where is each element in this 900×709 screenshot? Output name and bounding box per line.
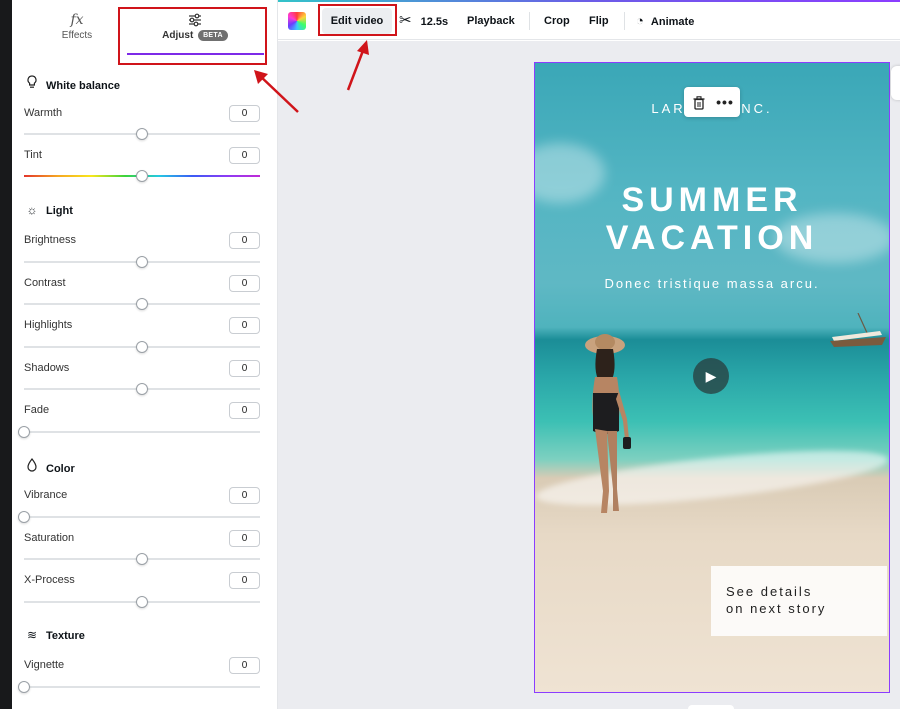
contrast-label: Contrast [24,277,66,289]
fade-label: Fade [24,404,50,416]
section-light: ☼ Light [24,203,73,217]
color-picker-icon[interactable] [288,12,306,30]
fx-icon: fx [70,12,84,28]
brightness-slider-thumb[interactable] [136,256,148,268]
section-white-balance-title: White balance [46,80,120,92]
section-texture-title: Texture [46,630,85,642]
flip-button[interactable]: Flip [589,2,609,40]
design-canvas[interactable]: LARANA, INC. SUMMER VACATION Donec trist… [278,41,900,709]
shadows-label: Shadows [24,362,70,374]
warmth-slider-thumb[interactable] [136,128,148,140]
annotation-box-adjust [118,7,267,65]
tab-effects[interactable]: fx Effects [42,10,112,56]
details-line-2: on next story [726,601,827,616]
vignette-value-input[interactable]: 0 [229,657,260,674]
vibrance-slider[interactable] [24,516,260,518]
tint-slider-thumb[interactable] [136,170,148,182]
sun-icon: ☼ [26,203,38,217]
trash-icon[interactable] [690,87,708,117]
headline-line-2[interactable]: VACATION [535,219,889,258]
xprocess-label: X-Process [24,574,75,586]
section-light-title: Light [46,205,73,217]
section-texture: ≋ Texture [24,628,85,642]
section-color: Color [24,458,75,475]
droplet-icon [24,458,40,475]
more-options-icon[interactable]: ••• [714,87,736,117]
playback-button[interactable]: Playback [467,2,515,40]
toolbar-divider [624,12,625,30]
crop-button[interactable]: Crop [544,2,570,40]
lightbulb-icon [24,75,40,92]
tab-effects-label: Effects [61,30,93,41]
headline-line-1[interactable]: SUMMER [535,181,889,220]
scissors-icon: ✂ [399,12,412,29]
editor-side-rail [0,0,12,709]
video-frame[interactable]: LARANA, INC. SUMMER VACATION Donec trist… [534,62,890,693]
element-toolbar: ••• [684,87,740,117]
vignette-slider[interactable] [24,686,260,688]
annotation-arrow-adjust [254,70,299,113]
vibrance-value-input[interactable]: 0 [229,487,260,504]
brightness-value-input[interactable]: 0 [229,232,260,249]
details-line-1: See details [726,584,813,599]
vignette-slider-thumb[interactable] [18,681,30,693]
xprocess-slider-thumb[interactable] [136,596,148,608]
canvas-bottom-handle[interactable] [688,705,734,709]
animate-icon: ◔ [636,13,644,28]
animate-label: Animate [650,16,695,28]
saturation-label: Saturation [24,532,75,544]
xprocess-value-input[interactable]: 0 [229,572,260,589]
vignette-label: Vignette [24,659,65,671]
fade-value-input[interactable]: 0 [229,402,260,419]
annotation-box-edit-video [318,4,397,36]
details-callout[interactable]: See details on next story [711,566,887,636]
contrast-slider-thumb[interactable] [136,298,148,310]
fade-slider-thumb[interactable] [18,426,30,438]
subline-text[interactable]: Donec tristique massa arcu. [535,276,889,291]
contrast-value-input[interactable]: 0 [229,275,260,292]
adjust-panel: fx Effects Adjust BETA White balance War… [12,0,278,709]
woman-image [585,334,631,513]
tint-value-input[interactable]: 0 [229,147,260,164]
saturation-value-input[interactable]: 0 [229,530,260,547]
annotation-arrow-edit-video [346,40,369,91]
toolbar-divider [529,12,530,30]
warmth-label: Warmth [24,107,63,119]
trim-button[interactable]: ✂ 12.5s [399,2,448,40]
duration-label: 12.5s [420,16,449,28]
shadows-slider-thumb[interactable] [136,383,148,395]
boat-image [830,313,886,347]
saturation-slider-thumb[interactable] [136,553,148,565]
fade-slider[interactable] [24,431,260,433]
highlights-label: Highlights [24,319,73,331]
vibrance-label: Vibrance [24,489,68,501]
tint-label: Tint [24,149,42,161]
vibrance-slider-thumb[interactable] [18,511,30,523]
shadows-value-input[interactable]: 0 [229,360,260,377]
brightness-label: Brightness [24,234,76,246]
highlights-value-input[interactable]: 0 [229,317,260,334]
play-button[interactable]: ▶ [693,358,729,394]
section-white-balance: White balance [24,75,120,92]
section-color-title: Color [46,463,75,475]
highlights-slider-thumb[interactable] [136,341,148,353]
animate-button[interactable]: ◔ Animate [636,2,694,40]
canvas-side-handle[interactable] [891,66,900,100]
texture-waves-icon: ≋ [26,628,38,642]
